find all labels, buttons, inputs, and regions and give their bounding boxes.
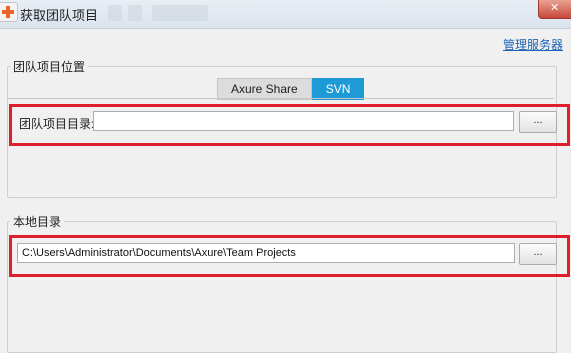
window-title: 获取团队项目 [20,8,99,23]
background-toolbar-icon [128,5,142,21]
team-dir-label: 团队项目目录: [19,117,95,131]
local-path-input[interactable] [17,243,515,263]
team-dir-browse-button[interactable]: ... [519,111,557,133]
close-button[interactable] [538,0,571,19]
source-tabs: Axure Share SVN [217,78,365,100]
title-bar: 获取团队项目 [0,0,571,29]
app-icon [0,2,18,22]
background-toolbar-icon [108,5,122,21]
manage-server-link[interactable]: 管理服务器 [503,36,563,53]
tab-svn[interactable]: SVN [311,78,365,100]
team-project-location-title: 团队项目位置 [10,58,89,75]
local-path-browse-button[interactable]: ... [519,243,557,265]
team-dir-input[interactable] [93,111,514,131]
tab-divider [8,98,554,99]
local-directory-title: 本地目录 [10,213,65,230]
tab-axure-share[interactable]: Axure Share [217,78,312,100]
background-toolbar-dropdown [152,5,208,21]
